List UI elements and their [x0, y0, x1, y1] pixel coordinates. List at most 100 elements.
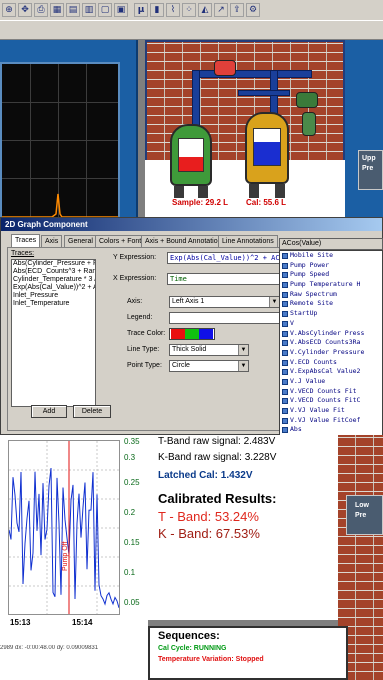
pan-tool-icon[interactable]: ✥ — [18, 3, 32, 17]
traces-listbox[interactable]: Abs(Cylinder_Pressure + RandUnif Abs(ECD… — [11, 259, 96, 407]
autocomplete-item-label: Remote Site — [290, 299, 334, 308]
pump-off-marker-label: Pump Off — [62, 542, 69, 571]
trace-item[interactable]: Exp(Abs(Cal_Value))^2 + ACos(E — [12, 284, 95, 292]
tab-line-annotations[interactable]: Line Annotations — [218, 235, 278, 247]
variable-icon — [282, 262, 288, 269]
variable-icon — [282, 340, 288, 347]
lower-pressure-label: Low — [355, 502, 369, 509]
autocomplete-item[interactable]: StartUp — [280, 309, 382, 319]
autocomplete-item-label: V.ECD Counts — [290, 357, 337, 366]
lower-pressure-indicator: Low Pre — [346, 495, 383, 535]
print-tool-icon[interactable]: ⎙ — [34, 3, 48, 17]
autocomplete-item[interactable]: V.VJ Value FitCoef — [280, 416, 382, 426]
autocomplete-item[interactable]: Mobile Site — [280, 251, 382, 261]
lock-tool-icon[interactable]: ▣ — [114, 3, 128, 17]
delete-trace-button[interactable]: Delete — [73, 405, 111, 418]
autocomplete-item[interactable]: V — [280, 319, 382, 329]
cal-valve-icon[interactable] — [296, 92, 318, 108]
chevron-down-icon: ▼ — [269, 297, 279, 307]
autocomplete-item[interactable]: V.Cylinder Pressure — [280, 348, 382, 358]
chart-plot-area[interactable]: Pump Off — [8, 440, 120, 615]
cal-pump-icon — [302, 112, 316, 136]
autocomplete-item[interactable]: Raw Spectrum — [280, 290, 382, 300]
variable-icon — [282, 408, 288, 414]
autocomplete-item-label: Pump Temperature H — [290, 280, 361, 289]
autocomplete-item-label: V — [290, 318, 294, 327]
trace-color-picker[interactable] — [169, 328, 215, 340]
autocomplete-item-label: V.VECD Counts FitC — [290, 396, 361, 405]
bar-chart-tool-icon[interactable]: ▮ — [150, 3, 164, 17]
table-tool-icon[interactable]: ▥ — [82, 3, 96, 17]
trace-item[interactable]: Cylinder_Temperature * 3 / 100 — [12, 276, 95, 284]
color-swatch-blue[interactable] — [199, 329, 213, 339]
sample-level — [179, 156, 203, 171]
autocomplete-item[interactable]: Pump Speed — [280, 270, 382, 280]
right-side-panel — [345, 40, 383, 240]
trace-item[interactable]: Inlet_Pressure — [12, 292, 95, 300]
x-expression-field[interactable]: Time — [167, 273, 280, 285]
autocomplete-item[interactable]: V.VECD Counts FitC — [280, 396, 382, 406]
variable-icon — [282, 320, 288, 327]
mu-tool-icon[interactable]: μ — [134, 3, 148, 17]
trace-item[interactable]: Abs(ECD_Counts^3 + RandUnif — [12, 268, 95, 276]
autocomplete-item[interactable]: Abs — [280, 425, 382, 435]
tab-axis[interactable]: Axis — [41, 235, 63, 247]
chevron-down-icon: ▼ — [238, 345, 248, 355]
variable-icon — [282, 359, 288, 366]
axis-label: Axis: — [127, 298, 143, 305]
variable-icon — [282, 369, 288, 376]
y-tick-label: 0.1 — [124, 568, 136, 577]
color-swatch-green[interactable] — [185, 329, 199, 339]
autocomplete-item[interactable]: Pump Temperature H — [280, 280, 382, 290]
chart-tool-icon[interactable]: ▤ — [66, 3, 80, 17]
connector-pipe — [238, 90, 290, 96]
t-band-result: T - Band: 53.24% — [158, 509, 259, 524]
autocomplete-item[interactable]: V.VJ Value Fit — [280, 406, 382, 416]
autocomplete-item[interactable]: V.ECD Counts — [280, 358, 382, 368]
trend-chart-tool-icon[interactable]: ↗ — [214, 3, 228, 17]
tab-traces[interactable]: Traces — [11, 234, 41, 247]
autocomplete-item[interactable]: Pump Power — [280, 261, 382, 271]
line-chart-tool-icon[interactable]: ⌇ — [166, 3, 180, 17]
add-trace-button[interactable]: Add — [31, 405, 67, 418]
color-swatch-red[interactable] — [171, 329, 185, 339]
x-tick-label: 15:14 — [72, 618, 93, 627]
autocomplete-item[interactable]: V.AbsCylinder Press — [280, 329, 382, 339]
autocomplete-item[interactable]: V.J Value — [280, 377, 382, 387]
tab-axis-bound-annotations[interactable]: Axis + Bound Annotations — [141, 235, 229, 247]
lower-pressure-label-2: Pre — [355, 512, 367, 519]
scatter-chart-tool-icon[interactable]: ⁘ — [182, 3, 196, 17]
trace-item[interactable]: Abs(Cylinder_Pressure + RandUnif — [12, 260, 95, 268]
axis-select[interactable]: Left Axis 1 ▼ — [169, 296, 280, 308]
x-expression-label: X Expression: — [113, 275, 157, 282]
autocomplete-item-label: V.VJ Value Fit — [290, 406, 345, 414]
chart-svg: Pump Off — [8, 441, 120, 614]
sample-valve-icon[interactable] — [214, 60, 236, 76]
y-expression-field[interactable]: Exp(Abs(Cal_Value))^2 + ACos(ECD_Counts) — [167, 252, 280, 264]
settings-tool-icon[interactable]: ⚙ — [246, 3, 260, 17]
grid-tool-icon[interactable]: ▦ — [50, 3, 64, 17]
autocomplete-item[interactable]: Remote Site — [280, 299, 382, 309]
y-tick-label: 0.05 — [124, 598, 140, 607]
page-tool-icon[interactable]: ▢ — [98, 3, 112, 17]
tab-general[interactable]: General — [64, 235, 97, 247]
autocomplete-item-label: Pump Speed — [290, 270, 330, 279]
trace-item[interactable]: Inlet_Temperature — [12, 300, 95, 308]
autocomplete-item[interactable]: V.VECD Counts Fit — [280, 387, 382, 397]
autocomplete-list[interactable]: Mobile Site Pump Power Pump Speed Pump Temp… — [279, 250, 383, 450]
export-tool-icon[interactable]: ⇪ — [230, 3, 244, 17]
autocomplete-item[interactable]: V.ExpAbsCal Value2 — [280, 367, 382, 377]
line-type-select[interactable]: Thick Solid ▼ — [169, 344, 249, 356]
legend-field[interactable] — [169, 312, 280, 324]
point-type-select-value: Circle — [172, 362, 190, 369]
main-pipe — [192, 70, 312, 78]
point-type-select[interactable]: Circle ▼ — [169, 360, 249, 372]
latched-cal-value: Latched Cal: 1.432V — [158, 470, 253, 481]
autocomplete-item-label: V.AbsECD Counts3Ra — [290, 338, 361, 347]
autocomplete-item-label: V.J Value — [290, 376, 326, 385]
autocomplete-item[interactable]: V.AbsECD Counts3Ra — [280, 338, 382, 348]
zoom-tool-icon[interactable]: ⊕ — [2, 3, 16, 17]
k-band-raw-signal: K-Band raw signal: 3.228V — [158, 452, 277, 463]
pressure-indicator: Upp Pre — [358, 150, 383, 190]
area-chart-tool-icon[interactable]: ◭ — [198, 3, 212, 17]
